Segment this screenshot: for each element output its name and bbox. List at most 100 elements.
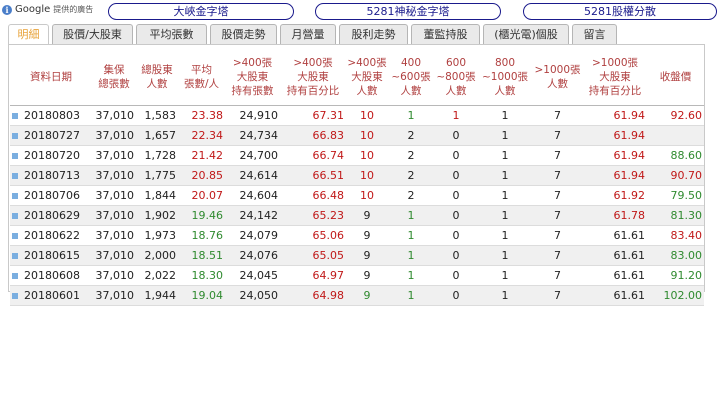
- table-cell: 1: [478, 185, 532, 206]
- cell-value: 1,657: [144, 129, 177, 142]
- column-header-line: >400張: [232, 57, 273, 69]
- table-cell: 24,045: [225, 265, 280, 286]
- column-header: 平均 張數/人: [178, 49, 225, 106]
- table-cell: 1,583: [136, 105, 178, 126]
- cell-value: 37,010: [95, 129, 135, 142]
- tab-detail[interactable]: 明細: [8, 24, 49, 45]
- table-cell: 2,022: [136, 265, 178, 286]
- table-cell: 20180608: [10, 265, 92, 286]
- link-pill-2[interactable]: 5281神秘金字塔: [315, 3, 501, 20]
- tab-otc-stock[interactable]: (櫃光電)個股: [483, 24, 569, 44]
- cell-value: 7: [554, 229, 561, 242]
- tab-comments[interactable]: 留言: [572, 24, 617, 44]
- column-header-line: ~1000張: [481, 71, 529, 83]
- top-bar: i Google 提供的廣告 大峽金字塔 5281神秘金字塔 5281股權分散: [0, 0, 720, 22]
- table-cell: 7: [532, 125, 583, 146]
- cell-value: 66.83: [312, 129, 345, 142]
- table-cell: 20180720: [10, 145, 92, 166]
- table-cell: 24,142: [225, 205, 280, 226]
- cell-value: 7: [554, 169, 561, 182]
- table-row[interactable]: 20180608 37,010 2,022 18.30 24,045 64.97 9 1 0 1 7…: [10, 265, 704, 286]
- table-row[interactable]: 20180720 37,010 1,728 21.42 24,700 66.74 10 2 0 1…: [10, 145, 704, 166]
- table-row[interactable]: 20180727 37,010 1,657 22.34 24,734 66.83 10 2 0 1…: [10, 125, 704, 146]
- cell-value: 37,010: [95, 269, 135, 282]
- row-bullet-icon: [12, 213, 18, 219]
- link-pill-1[interactable]: 大峽金字塔: [108, 3, 294, 20]
- cell-value: 20180608: [24, 269, 80, 282]
- cell-value: 64.97: [312, 269, 345, 282]
- table-row[interactable]: 20180713 37,010 1,775 20.85 24,614 66.51 10 2 0 1…: [10, 165, 704, 186]
- column-header: 資料日期: [10, 49, 92, 106]
- table-cell: 90.70: [647, 165, 704, 186]
- table-cell: 37,010: [92, 245, 136, 266]
- table-cell: 66.74: [280, 145, 346, 166]
- table-row[interactable]: 20180803 37,010 1,583 23.38 24,910 67.31 10 1 1 1…: [10, 105, 704, 126]
- tab-monthly-volume[interactable]: 月營量: [280, 24, 336, 44]
- cell-value: 1,728: [144, 149, 177, 162]
- cell-value: 81.30: [670, 209, 703, 222]
- table-cell: 10: [346, 105, 388, 126]
- table-cell: 21.42: [178, 145, 225, 166]
- cell-value: 2: [407, 169, 415, 182]
- cell-value: 1,973: [144, 229, 177, 242]
- cell-value: 20.07: [191, 189, 224, 202]
- table-row[interactable]: 20180622 37,010 1,973 18.76 24,079 65.06 9 1 0 1 7…: [10, 225, 704, 246]
- table-header-row: 資料日期 集保 總張數 總股東 人數 平均 張數/人 >400張 大股東 持有張數 >400張 大股東…: [10, 49, 704, 106]
- link-pill-3[interactable]: 5281股權分散: [523, 3, 717, 20]
- cell-value: 24,045: [239, 269, 279, 282]
- column-header: 總股東 人數: [136, 49, 178, 106]
- table-cell: 37,010: [92, 125, 136, 146]
- table-cell: 9: [346, 225, 388, 246]
- table-cell: 1: [388, 245, 434, 266]
- table-row[interactable]: 20180601 37,010 1,944 19.04 24,050 64.98 9 1 0 1 7…: [10, 285, 704, 306]
- cell-value: 10: [360, 189, 374, 202]
- tab-dividend-trend[interactable]: 股利走勢: [339, 24, 408, 44]
- tab-director-holdings[interactable]: 董監持股: [411, 24, 480, 44]
- cell-value: 1: [501, 189, 509, 202]
- info-icon[interactable]: i: [2, 4, 12, 15]
- column-header: >400張 大股東 人數: [346, 49, 388, 106]
- table-cell: 24,614: [225, 165, 280, 186]
- cell-value: 20180629: [24, 209, 80, 222]
- cell-value: 1: [407, 109, 415, 122]
- cell-value: 1,775: [144, 169, 177, 182]
- table-row[interactable]: 20180629 37,010 1,902 19.46 24,142 65.23 9 1 0 1 7…: [10, 205, 704, 226]
- cell-value: 67.31: [312, 109, 345, 122]
- table-cell: 2: [388, 185, 434, 206]
- table-cell: 1,944: [136, 285, 178, 306]
- table-cell: 88.60: [647, 145, 704, 166]
- table-cell: 81.30: [647, 205, 704, 226]
- cell-value: 1: [501, 269, 509, 282]
- tab-price-trend[interactable]: 股價走勢: [210, 24, 277, 44]
- cell-value: 24,079: [239, 229, 279, 242]
- table-cell: 7: [532, 105, 583, 126]
- column-header-line: 400: [400, 57, 422, 69]
- column-header-line: 人數: [356, 85, 378, 97]
- cell-value: 0: [452, 129, 460, 142]
- table-row[interactable]: 20180615 37,010 2,000 18.51 24,076 65.05 9 1 0 1 7…: [10, 245, 704, 266]
- table-cell: 1: [434, 105, 478, 126]
- table-cell: 67.31: [280, 105, 346, 126]
- table-cell: 61.92: [583, 185, 647, 206]
- cell-value: 83.40: [670, 229, 703, 242]
- cell-value: 1: [452, 109, 460, 122]
- cell-value: 20180713: [24, 169, 80, 182]
- google-ad-info[interactable]: i Google 提供的廣告: [2, 4, 93, 15]
- cell-value: 37,010: [95, 209, 135, 222]
- cell-value: 61.78: [613, 209, 646, 222]
- column-header-line: ~600張: [391, 71, 431, 83]
- table-cell: 61.61: [583, 225, 647, 246]
- cell-value: 37,010: [95, 229, 135, 242]
- table-cell: 66.51: [280, 165, 346, 186]
- column-header-line: 資料日期: [30, 71, 72, 83]
- table-cell: 37,010: [92, 165, 136, 186]
- table-cell: 1: [478, 205, 532, 226]
- table-row[interactable]: 20180706 37,010 1,844 20.07 24,604 66.48 10 2 0 1…: [10, 185, 704, 206]
- table-cell: 66.48: [280, 185, 346, 206]
- cell-value: 83.00: [670, 249, 703, 262]
- tab-price-holders[interactable]: 股價/大股東: [52, 24, 133, 44]
- table-cell: 2: [388, 165, 434, 186]
- table-cell: 20180803: [10, 105, 92, 126]
- table-cell: 0: [434, 285, 478, 306]
- tab-avg-lots[interactable]: 平均張數: [136, 24, 207, 44]
